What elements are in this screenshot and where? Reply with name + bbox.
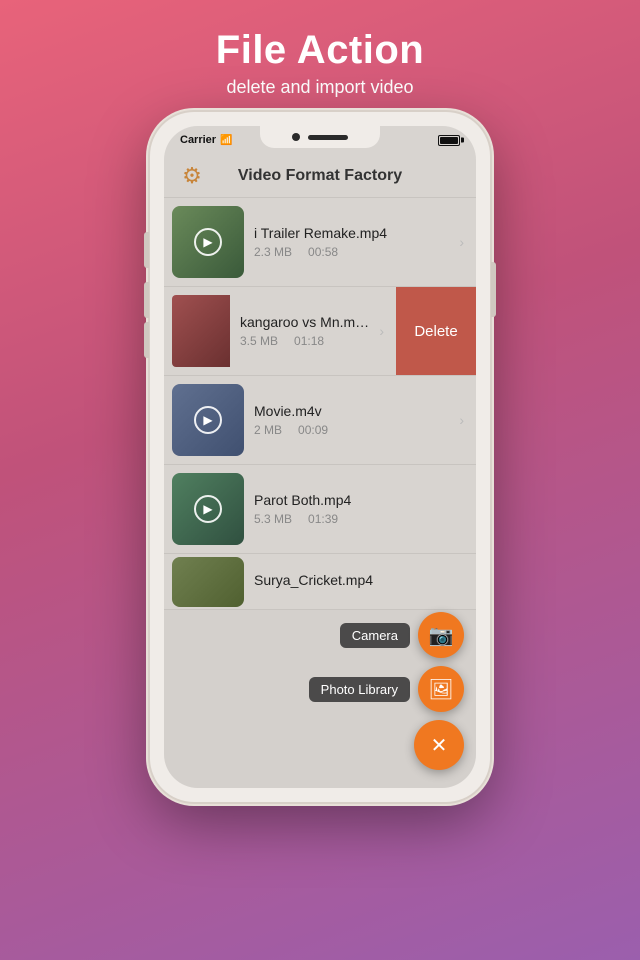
nav-title: Video Format Factory [238, 167, 402, 185]
photo-library-label: Photo Library [309, 677, 410, 702]
chevron-right-icon: › [379, 323, 384, 339]
file-meta: 2.3 MB 00:58 [254, 245, 449, 259]
close-icon: ✕ [431, 733, 448, 758]
file-meta: 2 MB 00:09 [254, 423, 449, 437]
status-left: Carrier 📶 [180, 134, 233, 146]
file-info: Movie.m4v 2 MB 00:09 [254, 403, 449, 437]
file-meta: 3.5 MB 01:18 [240, 334, 369, 348]
battery-fill [440, 137, 458, 144]
file-duration: 00:58 [308, 245, 338, 259]
page-title: File Action [216, 28, 424, 73]
file-thumb [172, 557, 244, 607]
play-button[interactable]: ▶ [194, 228, 222, 256]
file-size: 5.3 MB [254, 512, 292, 526]
camera-icon: 📷 [429, 623, 454, 648]
file-name: Surya_Cricket.mp4 [254, 572, 464, 588]
front-camera-dot [292, 133, 300, 141]
battery-icon [438, 135, 460, 146]
play-button[interactable]: ▶ [194, 495, 222, 523]
file-info: kangaroo vs Mn.mp4 3.5 MB 01:18 [240, 314, 369, 348]
page-header: File Action delete and import video [216, 0, 424, 112]
file-thumb: ▶ [172, 384, 244, 456]
file-thumb: ▶ [172, 473, 244, 545]
file-name: Movie.m4v [254, 403, 449, 419]
photo-library-button[interactable]: 🖼 [418, 666, 464, 712]
page-subtitle: delete and import video [216, 77, 424, 98]
list-item[interactable]: Surya_Cricket.mp4 [164, 554, 476, 610]
gear-icon[interactable]: ⚙ [178, 162, 206, 190]
list-item[interactable]: ▶ i Trailer Remake.mp4 2.3 MB 00:58 › [164, 198, 476, 287]
file-name: Parot Both.mp4 [254, 492, 464, 508]
file-size: 2 MB [254, 423, 282, 437]
list-item[interactable]: ▶ Parot Both.mp4 5.3 MB 01:39 [164, 465, 476, 554]
file-size: 2.3 MB [254, 245, 292, 259]
phone-screen: Carrier 📶 4:37 PM ⚙ Video Format Factory [164, 126, 476, 788]
fab-camera-row: Camera 📷 [340, 612, 464, 658]
file-thumb [172, 295, 230, 367]
phone-notch [260, 126, 380, 148]
file-duration: 01:18 [294, 334, 324, 348]
file-duration: 01:39 [308, 512, 338, 526]
speaker [308, 135, 348, 140]
play-button[interactable]: ▶ [194, 406, 222, 434]
phone-wrap: Carrier 📶 4:37 PM ⚙ Video Format Factory [150, 112, 490, 802]
list-item[interactable]: Delete kangaroo vs Mn.mp4 3.5 MB 01:18 [164, 287, 476, 376]
photo-icon: 🖼 [428, 677, 453, 702]
nav-bar: ⚙ Video Format Factory [164, 154, 476, 198]
file-size: 3.5 MB [240, 334, 278, 348]
camera-label: Camera [340, 623, 410, 648]
file-info: i Trailer Remake.mp4 2.3 MB 00:58 [254, 225, 449, 259]
carrier-text: Carrier [180, 134, 216, 146]
file-list: ▶ i Trailer Remake.mp4 2.3 MB 00:58 › De… [164, 198, 476, 788]
fab-container: Camera 📷 Photo Library 🖼 ✕ [309, 612, 464, 770]
file-meta: 5.3 MB 01:39 [254, 512, 464, 526]
wifi-icon: 📶 [220, 135, 232, 146]
file-info: Parot Both.mp4 5.3 MB 01:39 [254, 492, 464, 526]
close-button[interactable]: ✕ [414, 720, 464, 770]
file-info: Surya_Cricket.mp4 [254, 572, 464, 592]
camera-button[interactable]: 📷 [418, 612, 464, 658]
fab-photo-row: Photo Library 🖼 [309, 666, 464, 712]
file-name: i Trailer Remake.mp4 [254, 225, 449, 241]
chevron-right-icon: › [459, 412, 464, 428]
list-item[interactable]: ▶ Movie.m4v 2 MB 00:09 › [164, 376, 476, 465]
status-right [438, 135, 460, 146]
fab-close-row: ✕ [414, 720, 464, 770]
file-duration: 00:09 [298, 423, 328, 437]
file-thumb: ▶ [172, 206, 244, 278]
delete-button[interactable]: Delete [396, 287, 476, 375]
file-name: kangaroo vs Mn.mp4 [240, 314, 369, 330]
screen-inner: Carrier 📶 4:37 PM ⚙ Video Format Factory [164, 126, 476, 788]
chevron-right-icon: › [459, 234, 464, 250]
